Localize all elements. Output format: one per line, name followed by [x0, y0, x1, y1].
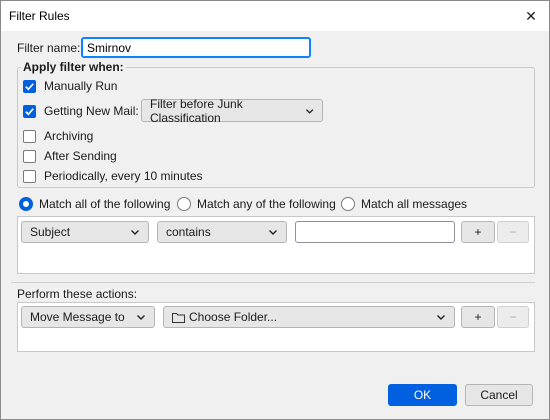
radio-match-all[interactable]: Match all of the following	[19, 197, 170, 211]
folder-picker-value: Choose Folder...	[189, 310, 278, 324]
title-bar: Filter Rules ✕	[1, 1, 549, 31]
ok-button[interactable]: OK	[388, 384, 457, 406]
checkbox-checked-icon[interactable]	[23, 104, 36, 118]
plus-icon: +	[474, 225, 482, 239]
checkbox-getting-new-mail[interactable]: Getting New Mail:	[23, 104, 139, 118]
checkbox-unchecked-icon[interactable]	[23, 129, 36, 143]
chevron-down-icon	[131, 230, 139, 235]
checkbox-periodically[interactable]: Periodically, every 10 minutes	[23, 169, 203, 183]
cancel-button-label: Cancel	[480, 388, 518, 402]
minus-icon: −	[509, 310, 517, 324]
add-rule-button[interactable]: +	[461, 221, 495, 243]
window-title: Filter Rules	[9, 9, 70, 23]
match-all-label: Match all of the following	[39, 197, 171, 211]
match-any-label: Match any of the following	[197, 197, 336, 211]
remove-rule-button[interactable]: −	[497, 221, 529, 243]
checkbox-unchecked-icon[interactable]	[23, 169, 36, 183]
minus-icon: −	[509, 225, 517, 239]
plus-icon: +	[474, 310, 482, 324]
chevron-down-icon	[437, 315, 445, 320]
junk-classification-value: Filter before Junk Classification	[150, 96, 243, 125]
close-icon: ✕	[525, 7, 537, 24]
chevron-down-icon	[137, 315, 145, 320]
manually-run-label: Manually Run	[44, 79, 118, 93]
radio-unselected-icon[interactable]	[341, 197, 355, 211]
apply-filter-legend: Apply filter when:	[21, 60, 126, 74]
checkbox-archiving[interactable]: Archiving	[23, 129, 93, 143]
remove-action-button[interactable]: −	[497, 306, 529, 328]
folder-icon	[172, 312, 185, 323]
folder-picker-content: Choose Folder...	[172, 310, 277, 324]
filter-name-input[interactable]: Smirnov	[81, 37, 311, 58]
getting-new-mail-label: Getting New Mail:	[44, 104, 139, 118]
match-all-messages-label: Match all messages	[361, 197, 468, 211]
checkbox-after-sending[interactable]: After Sending	[23, 149, 117, 163]
ok-button-label: OK	[413, 388, 432, 402]
perform-actions-label: Perform these actions:	[17, 287, 138, 301]
periodically-label: Periodically, every 10 minutes	[44, 169, 203, 183]
rule-value-input[interactable]	[295, 221, 455, 243]
filter-name-label: Filter name:	[17, 41, 81, 55]
radio-unselected-icon[interactable]	[177, 197, 191, 211]
checkbox-unchecked-icon[interactable]	[23, 149, 36, 163]
archiving-label: Archiving	[44, 129, 94, 143]
radio-match-all-messages[interactable]: Match all messages	[341, 197, 467, 211]
after-sending-label: After Sending	[44, 149, 117, 163]
rule-field-value: Subject	[30, 225, 71, 239]
section-divider	[11, 282, 535, 283]
folder-picker-dropdown[interactable]: Choose Folder...	[163, 306, 455, 328]
radio-selected-icon[interactable]	[19, 197, 33, 211]
filter-name-value: Smirnov	[87, 40, 132, 55]
rule-operator-value: contains	[166, 225, 211, 239]
junk-classification-dropdown[interactable]: Filter before Junk Classification	[141, 96, 323, 125]
checkbox-manually-run[interactable]: Manually Run	[23, 79, 117, 93]
checkbox-checked-icon[interactable]	[23, 79, 36, 93]
radio-match-any[interactable]: Match any of the following	[177, 197, 336, 211]
rule-field-dropdown[interactable]: Subject	[21, 221, 149, 243]
action-type-dropdown[interactable]: Move Message to	[21, 306, 155, 328]
chevron-down-icon	[305, 108, 314, 114]
cancel-button[interactable]: Cancel	[465, 384, 533, 406]
action-type-value: Move Message to	[30, 310, 125, 324]
chevron-down-icon	[269, 230, 277, 235]
add-action-button[interactable]: +	[461, 306, 495, 328]
close-button[interactable]: ✕	[513, 1, 549, 31]
filter-rules-dialog: Filter Rules ✕ Filter name: Smirnov Appl…	[0, 0, 550, 420]
rule-operator-dropdown[interactable]: contains	[157, 221, 287, 243]
